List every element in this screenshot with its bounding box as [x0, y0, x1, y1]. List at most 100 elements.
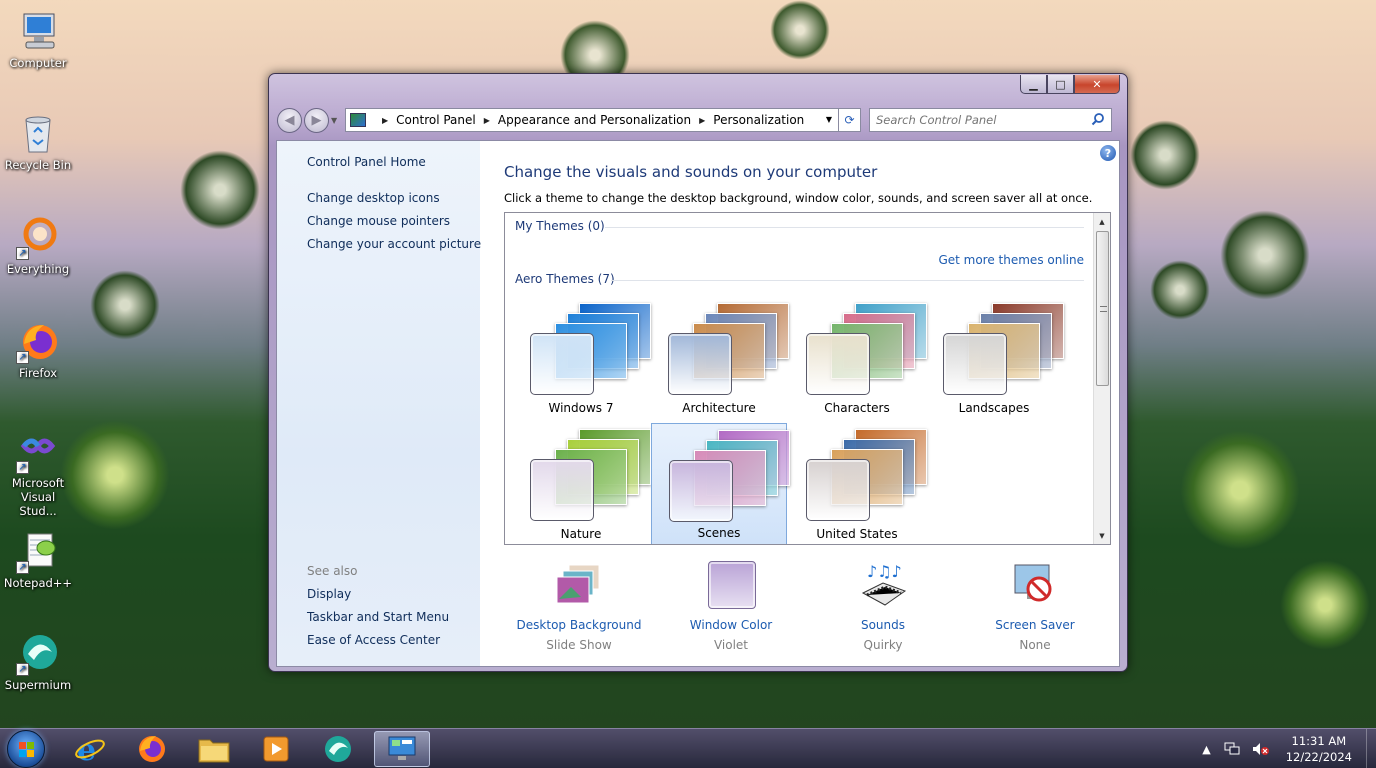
sounds-value: Quirky [863, 638, 903, 652]
ease-of-access-link[interactable]: Ease of Access Center [307, 633, 440, 647]
maximize-button[interactable]: □ [1047, 75, 1074, 94]
my-themes-heading: My Themes (0) [515, 219, 605, 233]
desktop-icon-supermium[interactable]: ↗ Supermium [1, 632, 75, 692]
window-color-value: Violet [713, 638, 749, 652]
refresh-button[interactable]: ⟳ [839, 108, 861, 132]
internet-explorer-icon: e [75, 733, 105, 765]
desktop-icon-computer[interactable]: Computer [1, 10, 75, 70]
close-button[interactable]: ✕ [1074, 75, 1120, 94]
scroll-up-icon[interactable]: ▲ [1094, 213, 1110, 230]
desktop-icon-everything[interactable]: ↗ Everything [1, 216, 75, 276]
desktop-icon-label: Firefox [18, 366, 58, 380]
theme-tile[interactable]: Nature [513, 423, 651, 544]
main-pane: ? Change the visuals and sounds on your … [480, 141, 1119, 666]
task-pane: Control Panel Home Change desktop icons … [277, 141, 481, 666]
scroll-down-icon[interactable]: ▼ [1094, 527, 1110, 544]
window-color-label[interactable]: Window Color [656, 615, 806, 635]
control-panel-home-link[interactable]: Control Panel Home [307, 155, 426, 169]
navigation-bar: ◀ ▶ ▼ ▶ Control Panel ▶ Appearance and P… [277, 105, 1119, 135]
desktop-icon-firefox[interactable]: ↗ Firefox [1, 320, 75, 380]
theme-name: Characters [824, 401, 890, 415]
desktop-icon-label: Notepad++ [3, 576, 73, 590]
shortcut-arrow-icon: ↗ [16, 461, 29, 474]
desktop-icon-label: Supermium [4, 678, 72, 692]
theme-list: My Themes (0) Get more themes online Aer… [504, 212, 1111, 545]
window-color-item[interactable]: Window Color Violet [656, 559, 806, 655]
group-divider [605, 227, 1084, 228]
taskbar-supermium[interactable] [310, 731, 366, 767]
desktop-icon-recycle-bin[interactable]: Recycle Bin [1, 112, 75, 172]
theme-color-swatch [530, 333, 594, 395]
taskbar-control-panel[interactable] [374, 731, 430, 767]
start-button[interactable] [7, 730, 45, 768]
sounds-icon: ♪♫♪ [857, 559, 909, 611]
screen-saver-label[interactable]: Screen Saver [960, 615, 1110, 635]
change-desktop-icons-link[interactable]: Change desktop icons [307, 191, 440, 205]
theme-color-swatch [943, 333, 1007, 395]
sounds-item[interactable]: ♪♫♪ Sounds Quirky [808, 559, 958, 655]
scroll-thumb[interactable] [1096, 231, 1109, 386]
desktop-background-label[interactable]: Desktop Background [504, 615, 654, 635]
volume-muted-icon[interactable] [1252, 742, 1270, 756]
taskbar-internet-explorer[interactable]: e [62, 731, 118, 767]
media-player-icon [263, 736, 289, 762]
control-panel-icon [388, 736, 416, 760]
theme-preview-image [527, 303, 651, 395]
recycle-bin-icon [16, 112, 60, 156]
theme-tile[interactable]: Landscapes [926, 297, 1064, 419]
show-desktop-button[interactable] [1366, 729, 1376, 768]
theme-tile[interactable]: Windows 7 [513, 297, 651, 419]
search-box[interactable] [869, 108, 1112, 132]
desktop-icon-notepad-plus-plus[interactable]: ↗ Notepad++ [1, 530, 75, 590]
recent-pages-dropdown[interactable]: ▼ [331, 116, 341, 125]
windows-logo-icon [19, 742, 34, 757]
sounds-label[interactable]: Sounds [808, 615, 958, 635]
change-mouse-pointers-link[interactable]: Change mouse pointers [307, 214, 450, 228]
see-also-heading: See also [307, 564, 358, 578]
breadcrumb-separator-icon[interactable]: ▶ [382, 116, 388, 125]
breadcrumb-separator-icon[interactable]: ▶ [484, 116, 490, 125]
display-link[interactable]: Display [307, 587, 351, 601]
breadcrumb-separator-icon[interactable]: ▶ [699, 116, 705, 125]
theme-tile[interactable]: Architecture [651, 297, 789, 419]
desktop-icon-label: Microsoft Visual Stud... [11, 476, 65, 518]
desktop-icon-visual-studio[interactable]: ↗ Microsoft Visual Stud... [1, 430, 75, 518]
screen-saver-item[interactable]: Screen Saver None [960, 559, 1110, 655]
shortcut-arrow-icon: ↗ [16, 561, 29, 574]
change-account-picture-link[interactable]: Change your account picture [307, 237, 481, 251]
taskbar-start-menu-link[interactable]: Taskbar and Start Menu [307, 610, 449, 624]
address-dropdown-icon[interactable]: ▼ [826, 115, 832, 124]
taskbar-media-player[interactable] [248, 731, 304, 767]
system-clock[interactable]: 11:31 AM 12/22/2024 [1286, 733, 1352, 765]
taskbar-firefox[interactable] [124, 731, 180, 767]
everything-search-icon: ↗ [16, 216, 60, 260]
theme-tile[interactable]: Characters [789, 297, 927, 419]
breadcrumb-personalization[interactable]: Personalization [713, 113, 804, 127]
theme-list-scrollbar[interactable]: ▲ ▼ [1093, 213, 1110, 544]
taskbar-file-explorer[interactable] [186, 731, 242, 767]
network-icon[interactable] [1224, 742, 1240, 756]
theme-tile[interactable]: United States [789, 423, 927, 544]
theme-tile[interactable]: Scenes [651, 423, 790, 544]
svg-text:♪♫♪: ♪♫♪ [867, 562, 902, 581]
help-icon[interactable]: ? [1100, 145, 1116, 161]
forward-button[interactable]: ▶ [304, 107, 329, 133]
get-more-themes-link[interactable]: Get more themes online [938, 253, 1084, 267]
caption-buttons: ▁ □ ✕ [1020, 75, 1120, 94]
minimize-button[interactable]: ▁ [1020, 75, 1047, 94]
theme-preview-image [803, 303, 927, 395]
theme-settings-row: Desktop Background Slide Show Window Col… [504, 559, 1111, 659]
breadcrumb-control-panel[interactable]: Control Panel [396, 113, 476, 127]
back-button[interactable]: ◀ [277, 107, 302, 133]
theme-color-swatch [806, 459, 870, 521]
breadcrumb-appearance[interactable]: Appearance and Personalization [498, 113, 691, 127]
search-icon[interactable] [1091, 112, 1105, 126]
theme-name: Architecture [682, 401, 756, 415]
shortcut-arrow-icon: ↗ [16, 351, 29, 364]
theme-preview-image [803, 429, 927, 521]
show-hidden-icons-button[interactable]: ▲ [1202, 743, 1210, 756]
desktop-background-item[interactable]: Desktop Background Slide Show [504, 559, 654, 655]
search-input[interactable] [876, 113, 1076, 127]
desktop-background-icon [553, 559, 605, 611]
address-bar[interactable]: ▶ Control Panel ▶ Appearance and Persona… [345, 108, 839, 132]
